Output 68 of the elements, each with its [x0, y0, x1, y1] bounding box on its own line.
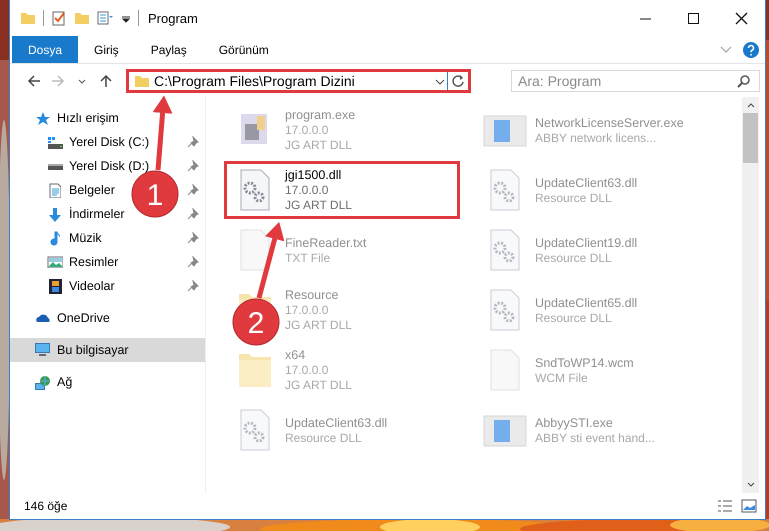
maximize-icon[interactable] — [686, 11, 700, 25]
drive-icon — [46, 162, 62, 170]
file-detail: WCM File — [535, 370, 589, 384]
ribbon-tab[interactable]: Giriş — [78, 36, 135, 63]
file-detail: 17.0.0.0 — [285, 363, 330, 377]
down-arrow-icon — [48, 206, 61, 222]
music-note-icon — [50, 230, 60, 246]
sidebar-item[interactable]: İndirmeler — [69, 207, 125, 221]
up-icon[interactable] — [99, 74, 113, 88]
scrollbar[interactable] — [742, 97, 759, 493]
toolbar-separator — [138, 10, 139, 26]
ribbon-tab[interactable]: Paylaş — [134, 36, 203, 63]
search-icon[interactable] — [737, 74, 751, 88]
file-detail: Resource DLL — [285, 430, 363, 444]
sidebar-item[interactable]: Yerel Disk (D:) — [69, 159, 150, 173]
address-field[interactable]: C:\Program Files\Program Dizini — [150, 72, 433, 88]
scrollbar-thumb[interactable] — [743, 113, 758, 163]
toolbar-separator — [43, 10, 44, 26]
star-icon — [35, 111, 50, 125]
monitor-icon — [35, 343, 50, 357]
sidebar-item[interactable]: Belgeler — [69, 183, 115, 197]
film-icon — [48, 278, 62, 294]
sidebar-item[interactable]: Ağ — [57, 375, 72, 389]
file-detail: JG ART DLL — [285, 318, 352, 332]
sidebar-item[interactable]: Resimler — [69, 255, 118, 269]
file-detail: Resource DLL — [535, 190, 613, 204]
sidebar-item[interactable]: Hızlı erişim — [57, 111, 119, 125]
file-detail: 17.0.0.0 — [285, 303, 330, 317]
close-icon[interactable] — [734, 11, 748, 25]
file-detail: JG ART DLL — [285, 138, 353, 152]
callout-number: 1 — [146, 179, 164, 212]
refresh-icon[interactable] — [451, 74, 465, 88]
document-icon — [48, 182, 60, 198]
sidebar-item[interactable]: Videolar — [69, 279, 115, 293]
sidebar-item[interactable]: Yerel Disk (C:) — [69, 135, 150, 149]
sidebar-item[interactable]: Müzik — [69, 231, 102, 245]
file-detail: Resource DLL — [535, 250, 613, 264]
callout-number: 2 — [248, 307, 264, 340]
file-detail: JG ART DLL — [285, 378, 352, 392]
cloud-icon — [35, 314, 50, 322]
checklist-icon[interactable] — [51, 10, 67, 26]
address-bar[interactable]: C:\Program Files\Program Dizini — [126, 68, 471, 92]
sidebar-item[interactable]: OneDrive — [57, 311, 110, 325]
file-detail: ABBY sti event hand... — [535, 430, 655, 444]
ribbon-tab[interactable]: Dosya — [12, 36, 78, 63]
callout-circle — [232, 298, 280, 346]
window-title: Program — [148, 10, 198, 26]
help-icon[interactable] — [743, 42, 759, 58]
item-count: 146 öğe — [24, 499, 68, 513]
file-item[interactable]: jgi1500.dll 17.0.0.0 JG ART DLL — [224, 161, 460, 219]
file-detail: JG ART DLL — [285, 198, 352, 212]
search-box[interactable]: Ara: Program — [511, 70, 760, 92]
image-icon — [46, 256, 62, 268]
file-name: jgi1500.dll — [285, 168, 342, 182]
folder-icon — [20, 10, 36, 26]
drive-icon — [46, 136, 62, 148]
properties-icon[interactable] — [97, 10, 114, 26]
details-view-icon[interactable] — [717, 499, 733, 513]
file-detail: ABBY network licens... — [535, 130, 658, 144]
back-icon[interactable] — [27, 74, 41, 88]
sidebar-item[interactable]: Bu bilgisayar — [10, 338, 205, 362]
file-detail: Resource DLL — [535, 310, 613, 324]
file-detail: TXT File — [285, 250, 332, 264]
large-icons-view-icon[interactable] — [741, 499, 757, 513]
file-detail: 17.0.0.0 — [285, 183, 330, 197]
network-icon — [34, 374, 50, 390]
file-detail: 17.0.0.0 — [285, 123, 330, 137]
ribbon-tab[interactable]: Görünüm — [202, 36, 285, 63]
